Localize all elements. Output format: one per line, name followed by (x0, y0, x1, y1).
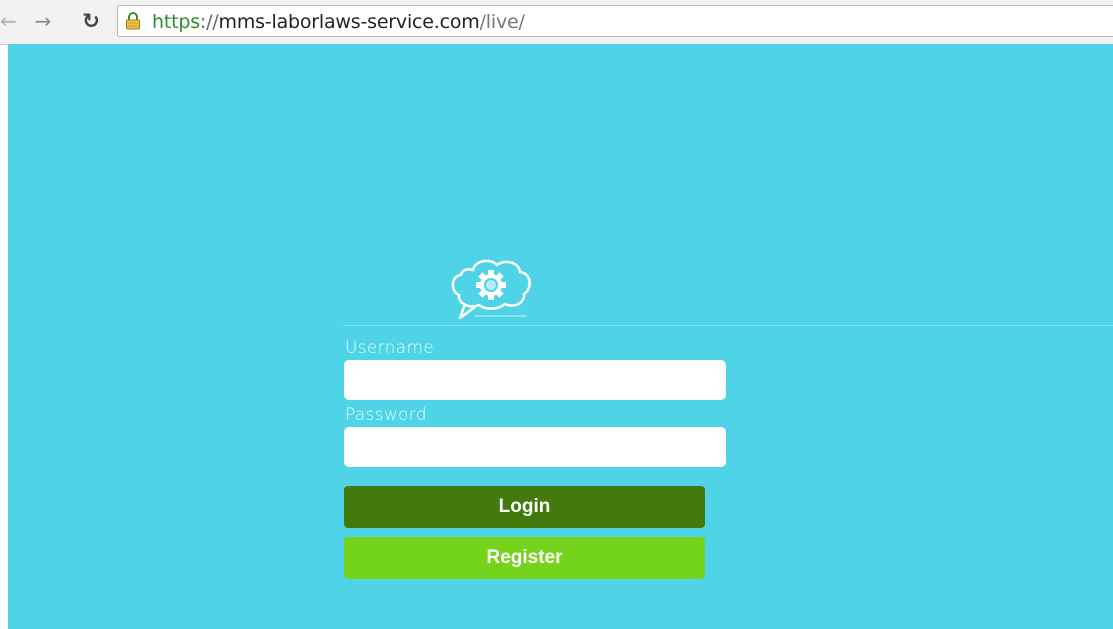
url-path: /live/ (479, 11, 525, 33)
url-host: mms-laborlaws-service.com (218, 11, 480, 33)
login-page: Username Password Login Register (8, 44, 1113, 629)
register-button[interactable]: Register (344, 537, 705, 579)
password-field[interactable] (344, 427, 726, 467)
lock-icon (126, 12, 140, 30)
header-divider (343, 325, 1113, 326)
url-text: https://mms-laborlaws-service.com/live/ (152, 11, 525, 33)
brand-logo (451, 259, 531, 320)
back-arrow-icon[interactable]: ← (0, 9, 17, 33)
reload-icon[interactable]: ↻ (78, 9, 104, 33)
address-bar[interactable]: https://mms-laborlaws-service.com/live/ (117, 5, 1113, 37)
url-separator: :// (199, 11, 219, 33)
login-button[interactable]: Login (344, 486, 705, 528)
username-field[interactable] (344, 360, 726, 400)
url-scheme: https (152, 11, 200, 33)
password-label: Password (345, 405, 427, 425)
forward-arrow-icon[interactable]: → (30, 9, 56, 33)
username-label: Username (345, 338, 435, 358)
browser-toolbar: ← → ↻ https://mms-laborlaws-service.com/… (0, 0, 1113, 45)
